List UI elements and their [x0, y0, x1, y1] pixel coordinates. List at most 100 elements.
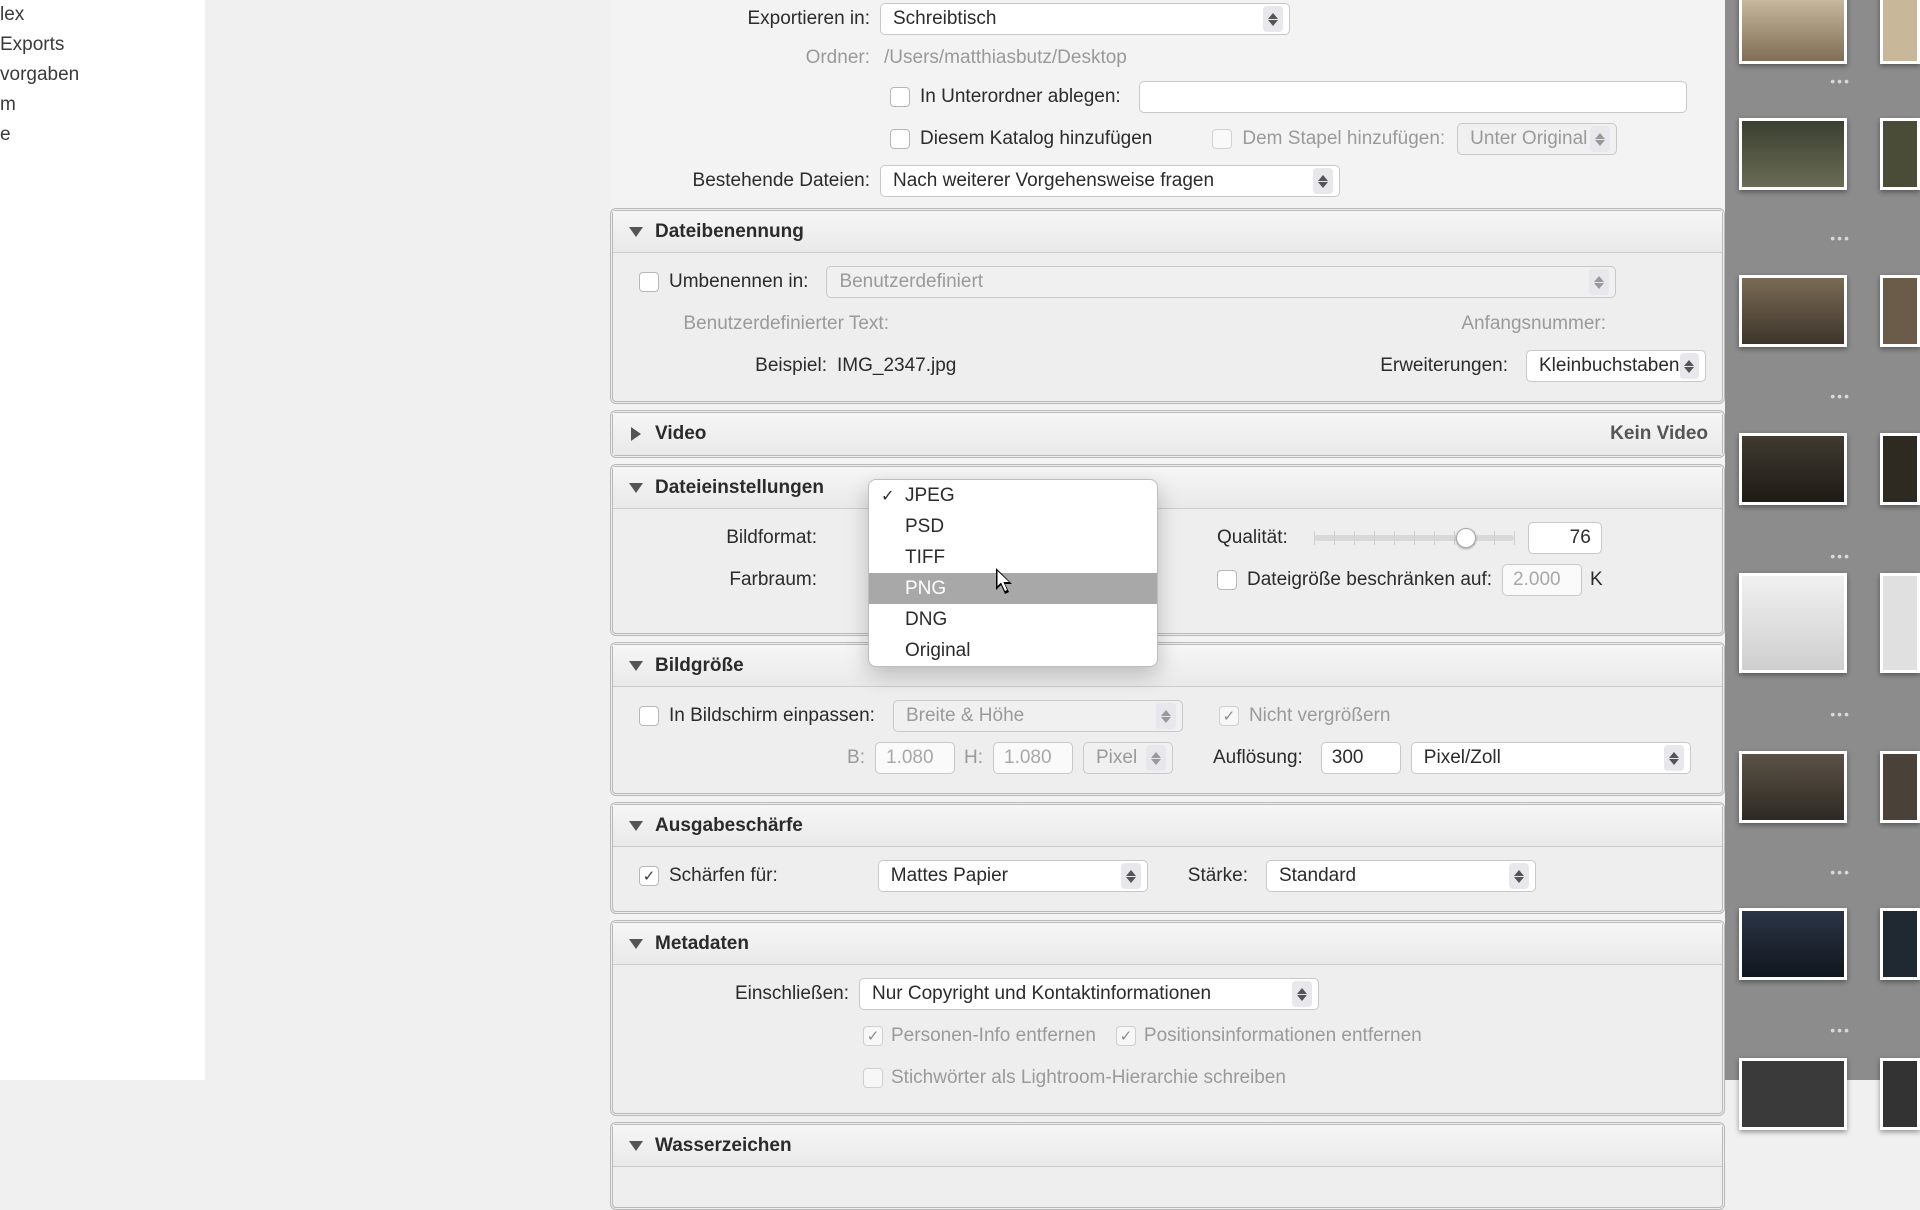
updown-icon	[1263, 6, 1283, 32]
farbraum-label: Farbraum:	[629, 569, 827, 591]
einpassen-checkbox[interactable]	[639, 706, 659, 726]
sidebar-item[interactable]: lex	[0, 0, 205, 30]
h-label: H:	[955, 747, 993, 769]
thumbnail[interactable]	[1739, 0, 1847, 64]
thumbnail-peek[interactable]	[1880, 908, 1920, 980]
qualitaet-input[interactable]: 76	[1528, 522, 1602, 554]
thumbnail[interactable]	[1739, 433, 1847, 505]
section-ausgabeschaerfe: Ausgabeschärfe Schärfen für: Mattes Papi…	[610, 802, 1725, 914]
unterordner-checkbox[interactable]	[890, 87, 910, 107]
qualitaet-value: 76	[1570, 527, 1591, 549]
dateigroesse-value: 2.000	[1513, 569, 1561, 591]
thumbnail[interactable]	[1739, 908, 1847, 980]
erweiterungen-label: Erweiterungen:	[1380, 355, 1518, 377]
thumb-dots-icon: •••	[1739, 230, 1859, 248]
stapel-select: Unter Original	[1457, 123, 1617, 155]
thumb-dots-icon: •••	[1739, 1022, 1859, 1040]
schaerfen-checkbox[interactable]	[639, 866, 659, 886]
thumbnail-peek[interactable]	[1880, 118, 1920, 190]
section-wasserzeichen: Wasserzeichen	[610, 1122, 1725, 1210]
section-header-dateibenennung[interactable]: Dateibenennung	[613, 211, 1722, 253]
filmstrip: ••• ••• ••• ••• ••• ••• •••	[1725, 0, 1920, 1080]
sidebar-item[interactable]: m	[0, 90, 205, 120]
sidebar-item[interactable]: e	[0, 120, 205, 150]
stapel-value: Unter Original	[1470, 128, 1587, 150]
erweiterungen-value: Kleinbuchstaben	[1539, 355, 1680, 377]
erweiterungen-select[interactable]: Kleinbuchstaben	[1526, 350, 1706, 382]
qualitaet-slider[interactable]	[1314, 535, 1514, 541]
thumbnail-peek[interactable]	[1880, 751, 1920, 823]
dropdown-option-dng[interactable]: DNG	[869, 604, 1157, 635]
umbenennen-value: Benutzerdefiniert	[839, 271, 983, 293]
aufloesung-input[interactable]: 300	[1321, 742, 1401, 774]
umbenennen-select: Benutzerdefiniert	[826, 266, 1616, 298]
h-input: 1.080	[993, 742, 1073, 774]
dateigroesse-input: 2.000	[1502, 564, 1582, 596]
slider-thumb[interactable]	[1456, 528, 1476, 548]
aufloesung-label: Auflösung:	[1213, 747, 1313, 769]
schaerfen-select[interactable]: Mattes Papier	[878, 860, 1148, 892]
section-header-wasserzeichen[interactable]: Wasserzeichen	[613, 1125, 1722, 1167]
thumbnail[interactable]	[1739, 1058, 1847, 1130]
section-header-video[interactable]: Video Kein Video	[613, 413, 1722, 455]
disclosure-down-icon	[627, 1137, 645, 1155]
dateigroesse-unit: K	[1590, 569, 1603, 591]
thumb-dots-icon: •••	[1739, 388, 1859, 406]
thumbnail[interactable]	[1739, 751, 1847, 823]
sidebar-item[interactable]: vorgaben	[0, 60, 205, 90]
personen-checkbox	[863, 1026, 883, 1046]
thumbnail-peek[interactable]	[1880, 433, 1920, 505]
disclosure-down-icon	[627, 223, 645, 241]
dropdown-option-jpeg[interactable]: JPEG	[869, 480, 1157, 511]
ordner-path: /Users/matthiasbutz/Desktop	[880, 47, 1137, 69]
section-header-bildgroesse[interactable]: Bildgröße	[613, 645, 1722, 687]
updown-icon	[1146, 745, 1166, 771]
thumb-dots-icon: •••	[1739, 864, 1859, 882]
dropdown-option-original[interactable]: Original	[869, 635, 1157, 666]
unit-select: Pixel	[1083, 742, 1173, 774]
aufloesung-unit-select[interactable]: Pixel/Zoll	[1411, 742, 1691, 774]
section-header-dateieinstellungen[interactable]: Dateieinstellungen	[613, 467, 1722, 509]
dateigroesse-checkbox[interactable]	[1217, 570, 1237, 590]
schaerfen-value: Mattes Papier	[891, 865, 1008, 887]
export-dialog-main: Exportieren in: Schreibtisch Ordner: /Us…	[610, 0, 1725, 1080]
cursor-icon	[996, 568, 1016, 594]
exportieren-in-select[interactable]: Schreibtisch	[880, 3, 1290, 35]
katalog-label: Diesem Katalog hinzufügen	[920, 128, 1152, 150]
thumbnail-peek[interactable]	[1880, 0, 1920, 64]
aufloesung-unit-value: Pixel/Zoll	[1424, 747, 1501, 769]
dropdown-option-psd[interactable]: PSD	[869, 511, 1157, 542]
thumbnail-peek[interactable]	[1880, 275, 1920, 347]
thumbnail[interactable]	[1739, 118, 1847, 190]
schaerfen-label: Schärfen für:	[669, 865, 778, 887]
b-label: B:	[847, 747, 875, 769]
thumbnail[interactable]	[1739, 573, 1847, 673]
unterordner-input[interactable]	[1139, 81, 1687, 113]
beispiel-label: Beispiel:	[629, 355, 837, 377]
bestehende-select[interactable]: Nach weiterer Vorgehensweise fragen	[880, 165, 1340, 197]
section-header-ausgabeschaerfe[interactable]: Ausgabeschärfe	[613, 805, 1722, 847]
einschliessen-value: Nur Copyright und Kontaktinformationen	[872, 983, 1211, 1005]
exportieren-in-label: Exportieren in:	[610, 8, 880, 30]
einschliessen-select[interactable]: Nur Copyright und Kontaktinformationen	[859, 978, 1319, 1010]
staerke-label: Stärke:	[1188, 865, 1258, 887]
personen-label: Personen-Info entfernen	[891, 1025, 1096, 1047]
umbenennen-checkbox[interactable]	[639, 272, 659, 292]
thumb-dots-icon: •••	[1739, 706, 1859, 724]
bildformat-label: Bildformat:	[629, 527, 827, 549]
stichwoerter-checkbox	[863, 1068, 883, 1088]
thumbnail-peek[interactable]	[1880, 573, 1920, 673]
updown-icon	[1590, 126, 1610, 152]
sidebar-item[interactable]: Exports	[0, 30, 205, 60]
updown-icon	[1680, 353, 1700, 379]
nicht-vergroessern-label: Nicht vergrößern	[1249, 705, 1391, 727]
updown-icon	[1156, 703, 1176, 729]
aufloesung-value: 300	[1332, 747, 1364, 769]
section-header-metadaten[interactable]: Metadaten	[613, 923, 1722, 965]
staerke-select[interactable]: Standard	[1266, 860, 1536, 892]
katalog-checkbox[interactable]	[890, 129, 910, 149]
updown-icon	[1589, 269, 1609, 295]
thumbnail[interactable]	[1739, 275, 1847, 347]
thumbnail-peek[interactable]	[1880, 1058, 1920, 1130]
stapel-label: Dem Stapel hinzufügen:	[1242, 128, 1445, 150]
